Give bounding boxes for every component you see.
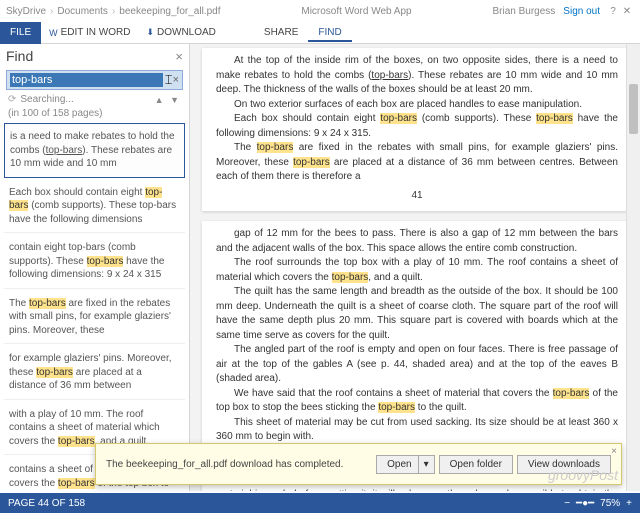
scrollbar[interactable] — [626, 44, 640, 491]
download-message: The beekeeping_for_all.pdf download has … — [106, 459, 372, 470]
breadcrumb-file: beekeeping_for_all.pdf — [119, 6, 220, 17]
close-icon[interactable]: ✕ — [620, 6, 634, 17]
open-folder-button[interactable]: Open folder — [439, 455, 513, 474]
edit-in-word-button[interactable]: WEDIT IN WORD — [41, 27, 138, 38]
app-name: Microsoft Word Web App — [220, 6, 492, 17]
search-result[interactable]: contain eight top-bars (comb supports). … — [4, 235, 185, 289]
zoom-in-icon[interactable]: + — [626, 498, 632, 509]
page-indicator: PAGE 44 OF 158 — [8, 498, 85, 509]
ribbon: FILE WEDIT IN WORD ⬇DOWNLOAD SHARE FIND — [0, 22, 640, 44]
breadcrumb-root[interactable]: SkyDrive — [6, 6, 46, 17]
file-tab[interactable]: FILE — [0, 22, 41, 44]
user-name: Brian Burgess — [492, 6, 555, 17]
page: At the top of the inside rim of the boxe… — [202, 48, 632, 211]
open-dropdown[interactable]: ▾ — [418, 455, 435, 474]
search-result[interactable]: for example glaziers' pins. Moreover, th… — [4, 346, 185, 400]
search-result[interactable]: The top-bars are fixed in the rebates wi… — [4, 291, 185, 345]
document-area: At the top of the inside rim of the boxe… — [190, 44, 640, 491]
word-icon: W — [49, 28, 58, 38]
share-tab[interactable]: SHARE — [254, 23, 308, 42]
scroll-thumb[interactable] — [629, 84, 638, 134]
find-pane: Find × ⌶ × ⟳ Searching... ▲ ▼ (in 100 of… — [0, 44, 190, 491]
search-box[interactable]: ⌶ × — [6, 70, 183, 90]
zoom-out-icon[interactable]: − — [564, 498, 570, 509]
download-button[interactable]: ⬇DOWNLOAD — [138, 27, 223, 38]
open-button[interactable]: Open — [376, 455, 422, 474]
spinner-icon: ⟳ — [8, 94, 16, 105]
title-bar: SkyDrive › Documents › beekeeping_for_al… — [0, 0, 640, 22]
download-icon: ⬇ — [146, 27, 154, 38]
status-bar: PAGE 44 OF 158 − ━●━ 75% + — [0, 493, 640, 513]
clear-search-icon[interactable]: × — [173, 74, 179, 86]
download-notification: × The beekeeping_for_all.pdf download ha… — [95, 443, 622, 485]
sign-out-link[interactable]: Sign out — [563, 6, 600, 17]
breadcrumb-folder[interactable]: Documents — [57, 6, 108, 17]
search-input[interactable] — [10, 73, 163, 87]
search-result[interactable]: Each box should contain eight top-bars (… — [4, 180, 185, 234]
results-list: is a need to make rebates to hold the co… — [0, 123, 189, 491]
find-tab[interactable]: FIND — [308, 23, 351, 42]
view-downloads-button[interactable]: View downloads — [517, 455, 611, 474]
zoom-level: 75% — [600, 498, 620, 509]
zoom-slider[interactable]: ━●━ — [576, 498, 594, 509]
help-icon[interactable]: ? — [606, 6, 620, 17]
search-status: Searching... — [20, 94, 73, 105]
search-result[interactable]: is a need to make rebates to hold the co… — [4, 123, 185, 178]
search-count: (in 100 of 158 pages) — [0, 107, 189, 123]
result-nav[interactable]: ▲ ▼ — [155, 95, 181, 105]
find-title: Find — [6, 48, 33, 64]
close-notification-icon[interactable]: × — [611, 446, 617, 457]
close-find-icon[interactable]: × — [175, 49, 183, 64]
text-cursor-icon: ⌶ — [165, 72, 173, 88]
